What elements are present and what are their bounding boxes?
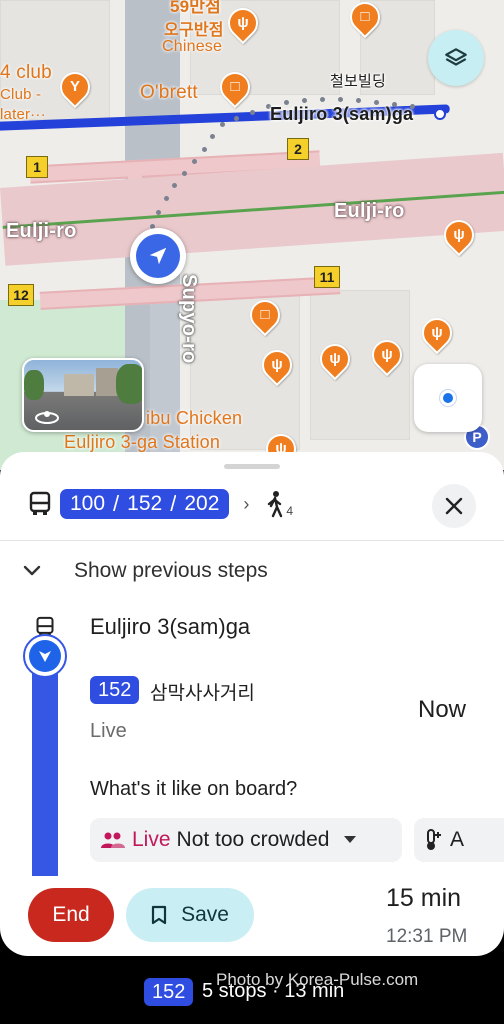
my-location-icon	[440, 390, 456, 406]
map-label: ibu Chicken	[146, 408, 243, 428]
save-label: Save	[181, 903, 229, 926]
temperature-chip[interactable]: A	[414, 818, 504, 862]
dropdown-arrow-icon	[344, 836, 357, 843]
walk-dot	[320, 97, 325, 102]
show-previous-steps-label: Show previous steps	[74, 559, 268, 582]
navigation-down-icon	[39, 651, 51, 662]
divider	[0, 540, 504, 541]
thumb-building	[64, 374, 94, 396]
route-number-badge: 152	[90, 676, 140, 704]
bus-route-number: 152	[119, 489, 171, 519]
trip-summary-strip: 152 5 stops · 13 min Photo by Korea-Puls…	[0, 956, 504, 1024]
route-shield: 12	[8, 284, 34, 306]
drag-handle[interactable]	[224, 464, 280, 469]
walk-dot	[172, 183, 177, 188]
live-status: Live	[90, 720, 127, 742]
people-icon	[101, 832, 125, 848]
thumb-tree	[116, 364, 142, 404]
show-previous-steps-toggle[interactable]: Show previous steps	[22, 556, 268, 586]
map-label: 오구반점	[164, 22, 224, 39]
arrival-eta: 12:31 PM	[386, 926, 468, 947]
close-button[interactable]	[432, 484, 476, 528]
road-label: Eulji-ro	[334, 200, 405, 222]
walk-dot	[234, 116, 239, 121]
road-label: Supyo-ro	[178, 274, 200, 364]
my-location-button[interactable]	[414, 364, 482, 432]
crowd-level-chip[interactable]: Live Not too crowded	[90, 818, 402, 862]
close-icon	[445, 497, 463, 515]
map-label: Club -	[0, 86, 42, 103]
thumb-building	[96, 368, 118, 396]
map-label: 4 club	[0, 62, 52, 83]
map-view[interactable]: 59만점 오구반점 Chinese 4 club Club - later···…	[0, 0, 504, 470]
bus-route-number: 100	[60, 489, 114, 519]
walk-dot	[210, 134, 215, 139]
temperature-label: A	[450, 828, 465, 851]
trip-duration: 15 min	[386, 884, 462, 912]
route-shield: 1	[26, 156, 48, 178]
walk-dot	[156, 210, 161, 215]
map-label: O'brett	[140, 82, 198, 103]
bus-icon	[29, 491, 51, 515]
walk-dot	[338, 97, 343, 102]
walk-dot	[202, 147, 207, 152]
chevron-down-icon	[23, 565, 41, 576]
bus-routes-badge: 100 / 152 / 202	[60, 489, 230, 519]
restaurant-poi-icon[interactable]: ψ	[415, 311, 459, 355]
thermometer-plus-icon	[427, 829, 441, 850]
bookmark-icon	[151, 905, 167, 925]
current-step-marker	[23, 634, 67, 678]
walk-dot	[220, 122, 225, 127]
directions-sheet: 100 / 152 / 202 › 4 Show previous steps	[0, 452, 504, 956]
route-end-marker	[434, 108, 446, 120]
street-view-360-icon	[35, 411, 59, 424]
layers-button[interactable]	[428, 30, 484, 86]
route-shield: 11	[314, 266, 340, 288]
road-label: Eulji-ro	[6, 220, 77, 242]
walk-icon	[268, 491, 283, 518]
save-button[interactable]: Save	[126, 888, 254, 942]
photo-watermark: Photo by Korea-Pulse.com	[216, 970, 419, 989]
route-destination: 삼막사사거리	[150, 683, 255, 704]
layers-icon	[445, 48, 467, 66]
route-shield: 2	[287, 138, 309, 160]
route-number-badge: 152	[144, 978, 194, 1006]
thumb-tree	[24, 370, 44, 400]
map-label: 철보빌딩	[330, 73, 387, 90]
stop-name: Euljiro 3(sam)ga	[90, 614, 251, 639]
route-summary[interactable]: 100 / 152 / 202 › 4	[28, 486, 293, 522]
crowd-status: Not too crowded	[176, 828, 330, 851]
map-label: Euljiro 3-ga Station	[64, 432, 221, 452]
bus-route-number: 202	[176, 489, 230, 519]
walk-dot	[356, 98, 361, 103]
walk-minutes: 4	[286, 504, 294, 518]
crowd-question: What's it like on board?	[90, 778, 298, 800]
arrival-time: Now	[418, 696, 467, 723]
current-position-marker	[130, 228, 186, 284]
walk-dot	[182, 171, 187, 176]
walk-dot	[192, 159, 197, 164]
navigation-arrow-icon	[149, 247, 167, 265]
map-label: Chinese	[162, 38, 223, 55]
crowd-live-label: Live	[132, 828, 171, 851]
map-label: later···	[0, 106, 46, 123]
end-button[interactable]: End	[28, 888, 114, 942]
walk-dot	[302, 98, 307, 103]
street-view-thumbnail[interactable]	[22, 358, 144, 432]
chevron-right-icon: ›	[243, 493, 250, 514]
map-label: 59만점	[170, 0, 221, 16]
map-label-station: Euljiro 3(sam)ga	[270, 104, 414, 124]
walk-dot	[164, 196, 169, 201]
walk-dot	[250, 110, 255, 115]
